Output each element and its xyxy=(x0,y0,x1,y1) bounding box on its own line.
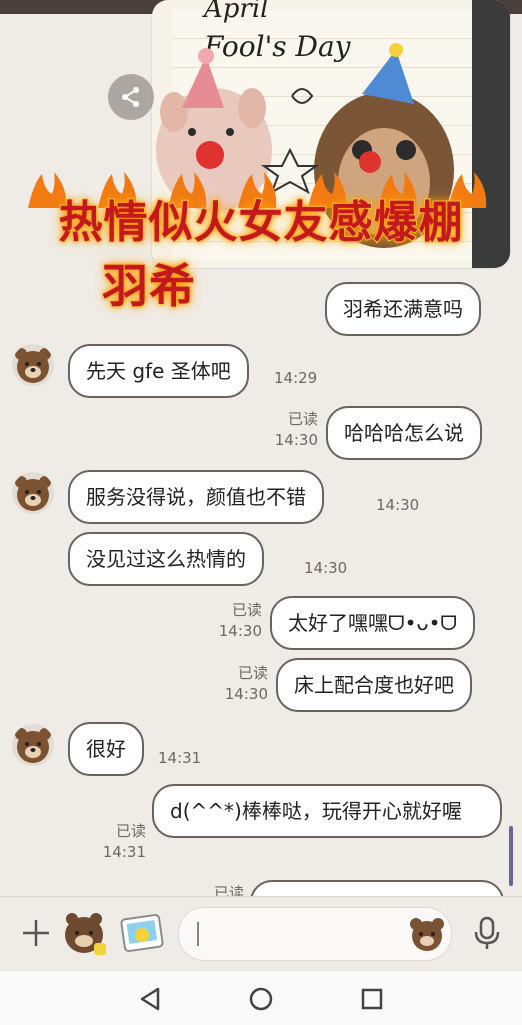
back-button[interactable] xyxy=(136,985,164,1013)
message-bubble-sent[interactable]: 哈哈哈怎么说 xyxy=(326,406,482,460)
read-status: 已读 xyxy=(115,822,146,840)
read-status: 已读 xyxy=(287,410,318,428)
message-time: 14:30 xyxy=(376,496,420,514)
overlay-title: 热情似火女友感爆棚 xyxy=(58,196,464,249)
read-status: 已读 xyxy=(237,664,268,682)
brown-bear-avatar-icon xyxy=(15,728,51,763)
input-bar xyxy=(0,896,522,971)
back-triangle-icon xyxy=(140,987,160,1011)
message-time: 14:30 xyxy=(224,685,268,703)
share-button[interactable] xyxy=(108,74,154,120)
photo-sticker-button[interactable] xyxy=(120,911,164,955)
message-bubble-received[interactable]: 先天 gfe 圣体吧 xyxy=(68,344,249,398)
microphone-icon xyxy=(474,916,500,949)
message-time: 14:30 xyxy=(218,622,262,640)
brown-bear-avatar-icon xyxy=(15,476,51,511)
avatar[interactable] xyxy=(12,344,54,386)
chat-area: April Fool's Day 热情似火女友感爆棚 羽希 羽希还满意吗 先天 … xyxy=(0,0,522,896)
voice-button[interactable] xyxy=(470,915,504,951)
message-bubble-received[interactable]: 没见过这么热情的 xyxy=(68,532,264,586)
message-bubble-sent[interactable]: 床上配合度也好吧 xyxy=(276,658,472,712)
read-status: 已读 xyxy=(231,601,262,619)
share-icon xyxy=(122,87,139,107)
message-time: 14:30 xyxy=(274,431,318,449)
plus-button[interactable] xyxy=(20,917,52,949)
emoji-button[interactable] xyxy=(407,914,447,954)
avatar[interactable] xyxy=(12,472,54,514)
message-bubble-received[interactable]: 服务没得说，颜值也不错 xyxy=(68,470,324,524)
emoji-bear-icon xyxy=(410,918,444,951)
photo-sticker-icon xyxy=(120,914,164,952)
message-time: 14:31 xyxy=(102,843,146,861)
plus-icon xyxy=(23,920,49,946)
message-time: 14:29 xyxy=(274,369,318,387)
message-input[interactable] xyxy=(178,907,452,961)
bear-sticker-icon xyxy=(65,913,106,955)
read-status: 已读 xyxy=(213,884,244,896)
message-bubble-sent[interactable]: 期待下回约会方哈 xyxy=(250,880,504,896)
bear-sticker-button[interactable] xyxy=(60,909,110,959)
avatar[interactable] xyxy=(12,724,54,766)
message-time: 14:30 xyxy=(304,559,348,577)
home-button[interactable] xyxy=(247,985,275,1013)
recents-square-icon xyxy=(361,988,383,1010)
text-cursor xyxy=(197,922,199,946)
brown-bear-avatar-icon xyxy=(15,348,51,383)
message-bubble-sent[interactable]: 羽希还满意吗 xyxy=(325,282,481,336)
message-bubble-sent[interactable]: d(^^*)棒棒哒，玩得开心就好喔 xyxy=(152,784,502,838)
message-time: 14:31 xyxy=(158,749,202,767)
recents-button[interactable] xyxy=(358,985,386,1013)
message-bubble-sent[interactable]: 太好了嘿嘿ᗜ•ᴗ•ᗜ xyxy=(270,596,476,650)
message-bubble-received[interactable]: 很好 xyxy=(68,722,144,776)
scroll-indicator[interactable] xyxy=(509,826,513,886)
home-circle-icon xyxy=(249,987,273,1011)
system-navigation-bar xyxy=(0,970,522,1025)
